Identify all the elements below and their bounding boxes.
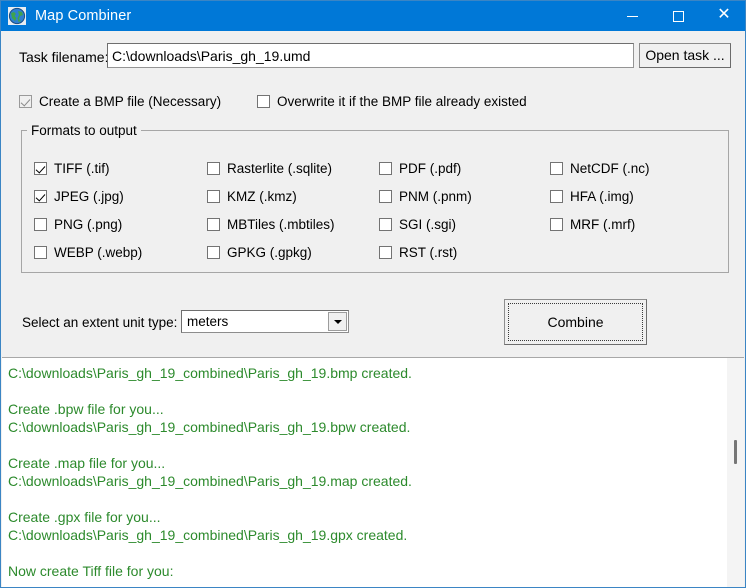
log-scrollbar[interactable]	[727, 358, 744, 587]
extent-unit-value: meters	[187, 314, 229, 329]
format-checkbox[interactable]: PNG (.png)	[34, 216, 142, 232]
log-output-text: C:\downloads\Paris_gh_19_combined\Paris_…	[8, 365, 412, 579]
format-checkbox-label: PNG (.png)	[54, 216, 123, 232]
checkbox-box-icon	[19, 95, 32, 108]
maximize-icon	[672, 10, 684, 22]
create-bmp-checkbox[interactable]: Create a BMP file (Necessary)	[19, 94, 221, 109]
formats-column-1: TIFF (.tif) JPEG (.jpg) PNG (.png) WEBP (.w…	[34, 160, 143, 260]
client-area: Task filename: Open task ... Create a BM…	[1, 31, 745, 357]
checkbox-box-icon	[34, 245, 47, 259]
format-checkbox[interactable]: Rasterlite (.sqlite)	[207, 160, 335, 176]
combine-button[interactable]: Combine	[504, 299, 647, 345]
task-filename-row: Task filename: Open task ...	[1, 43, 745, 71]
format-checkbox[interactable]: PNM (.pnm)	[379, 188, 472, 204]
chevron-down-icon[interactable]	[328, 312, 347, 331]
overwrite-bmp-checkbox[interactable]: Overwrite it if the BMP file already exi…	[257, 94, 527, 109]
format-checkbox-label: PNM (.pnm)	[399, 188, 472, 204]
maximize-button[interactable]	[655, 1, 701, 31]
close-icon: ✕	[717, 6, 731, 23]
overwrite-bmp-label: Overwrite it if the BMP file already exi…	[277, 94, 527, 109]
format-checkbox-label: KMZ (.kmz)	[227, 188, 297, 204]
format-checkbox[interactable]: TIFF (.tif)	[34, 160, 142, 176]
formats-column-4: NetCDF (.nc) HFA (.img) MRF (.mrf)	[550, 160, 650, 232]
checkbox-box-icon	[207, 161, 220, 175]
format-checkbox[interactable]: MBTiles (.mbtiles)	[207, 216, 335, 232]
checkbox-box-icon	[34, 161, 47, 175]
checkbox-box-icon	[550, 161, 563, 175]
format-checkbox-label: JPEG (.jpg)	[54, 188, 124, 204]
format-checkbox-label: TIFF (.tif)	[54, 160, 110, 176]
format-checkbox-label: HFA (.img)	[570, 188, 634, 204]
log-output-panel: C:\downloads\Paris_gh_19_combined\Paris_…	[2, 357, 744, 587]
checkbox-box-icon	[34, 217, 47, 231]
checkbox-box-icon	[379, 189, 392, 203]
checkbox-box-icon	[207, 189, 220, 203]
map-combiner-window: Map Combiner ✕ Task filename: Open task …	[0, 0, 746, 588]
checkbox-box-icon	[207, 245, 220, 259]
globe-icon	[8, 7, 26, 25]
extent-unit-label: Select an extent unit type:	[22, 315, 178, 330]
window-title: Map Combiner	[35, 8, 132, 24]
checkbox-box-icon	[379, 161, 392, 175]
minimize-button[interactable]	[609, 1, 655, 31]
task-filename-input[interactable]	[107, 43, 634, 68]
log-scrollbar-thumb[interactable]	[734, 440, 737, 464]
format-checkbox-label: Rasterlite (.sqlite)	[227, 160, 333, 176]
format-checkbox-label: SGI (.sgi)	[399, 216, 457, 232]
formats-groupbox-title: Formats to output	[27, 123, 141, 138]
bmp-options-row: Create a BMP file (Necessary) Overwrite …	[1, 94, 745, 116]
checkbox-box-icon	[550, 189, 563, 203]
checkbox-box-icon	[379, 245, 392, 259]
close-button[interactable]: ✕	[701, 1, 745, 31]
format-checkbox-label: GPKG (.gpkg)	[227, 244, 312, 260]
checkbox-box-icon	[34, 189, 47, 203]
format-checkbox-label: MBTiles (.mbtiles)	[227, 216, 335, 232]
checkbox-box-icon	[379, 217, 392, 231]
format-checkbox[interactable]: WEBP (.webp)	[34, 244, 143, 260]
checkbox-box-icon	[550, 217, 563, 231]
format-checkbox[interactable]: KMZ (.kmz)	[207, 188, 335, 204]
format-checkbox[interactable]: GPKG (.gpkg)	[207, 244, 335, 260]
format-checkbox-label: PDF (.pdf)	[399, 160, 462, 176]
format-checkbox-label: WEBP (.webp)	[54, 244, 143, 260]
format-checkbox[interactable]: MRF (.mrf)	[550, 216, 650, 232]
format-checkbox[interactable]: SGI (.sgi)	[379, 216, 472, 232]
checkbox-box-icon	[257, 95, 270, 108]
format-checkbox-label: NetCDF (.nc)	[570, 160, 650, 176]
checkbox-box-icon	[207, 217, 220, 231]
format-checkbox[interactable]: PDF (.pdf)	[379, 160, 472, 176]
title-bar: Map Combiner ✕	[1, 1, 745, 31]
create-bmp-label: Create a BMP file (Necessary)	[39, 94, 222, 109]
format-checkbox[interactable]: RST (.rst)	[379, 244, 472, 260]
format-checkbox[interactable]: JPEG (.jpg)	[34, 188, 142, 204]
caption-buttons: ✕	[609, 1, 745, 31]
task-filename-label: Task filename:	[19, 49, 109, 65]
extent-unit-select[interactable]: meters	[181, 310, 349, 333]
format-checkbox[interactable]: NetCDF (.nc)	[550, 160, 650, 176]
minimize-icon	[626, 16, 638, 17]
formats-column-2: Rasterlite (.sqlite) KMZ (.kmz) MBTiles (.…	[207, 160, 335, 260]
format-checkbox-label: MRF (.mrf)	[570, 216, 636, 232]
format-checkbox[interactable]: HFA (.img)	[550, 188, 650, 204]
format-checkbox-label: RST (.rst)	[399, 244, 458, 260]
formats-column-3: PDF (.pdf) PNM (.pnm) SGI (.sgi) RST (.rst)	[379, 160, 472, 260]
open-task-button[interactable]: Open task ...	[639, 43, 731, 68]
combine-button-label: Combine	[508, 303, 643, 341]
